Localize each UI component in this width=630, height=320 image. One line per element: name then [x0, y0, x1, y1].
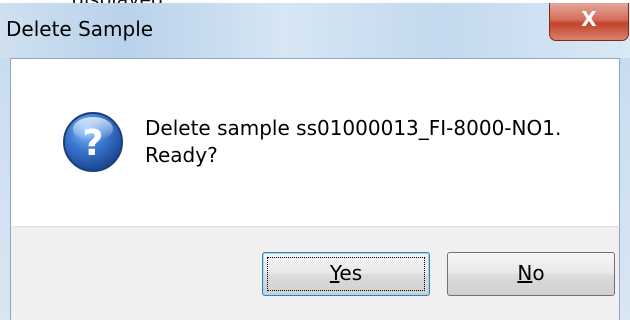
dialog-message: Delete sample ss01000013_FI-8000-NO1. Re…: [145, 115, 561, 169]
no-label-rest: o: [532, 261, 545, 285]
yes-button[interactable]: Yes: [262, 252, 430, 296]
message-line-1: Delete sample ss01000013_FI-8000-NO1.: [145, 116, 562, 140]
yes-mnemonic: Y: [329, 261, 340, 285]
no-button-label: No: [517, 261, 544, 285]
no-mnemonic: N: [517, 261, 533, 285]
dialog-title: Delete Sample: [6, 17, 154, 41]
question-icon: ?: [63, 112, 123, 172]
message-line-2: Ready?: [145, 143, 218, 167]
close-button[interactable]: X: [549, 3, 629, 41]
svg-text:?: ?: [83, 123, 104, 164]
screenshot: displayed. Delete Sample X ? Delete samp…: [0, 0, 630, 320]
yes-label-rest: es: [339, 261, 363, 285]
close-icon: X: [581, 7, 597, 31]
window-frame-left: [0, 58, 10, 320]
no-button[interactable]: No: [447, 252, 615, 296]
dialog-title-bar[interactable]: Delete Sample X: [0, 3, 630, 58]
yes-button-label: Yes: [330, 261, 362, 285]
window-frame-right: [620, 58, 630, 320]
